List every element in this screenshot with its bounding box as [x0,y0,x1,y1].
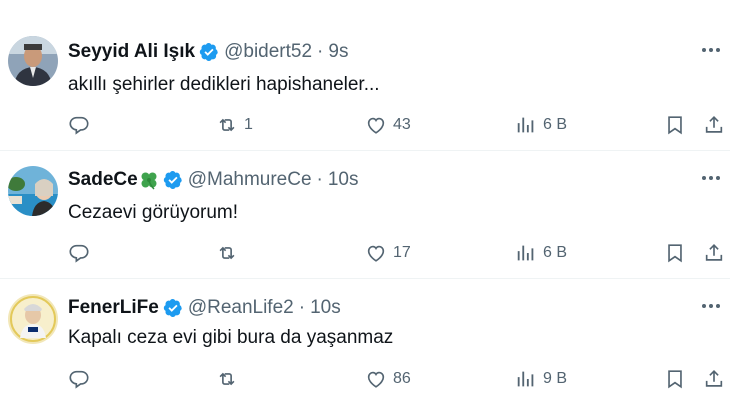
separator-dot: · [316,169,323,190]
display-name[interactable]: Seyyid Ali Işık [68,41,195,63]
tweet-text: Kapalı ceza evi gibi bura da yaşanmaz [68,327,394,348]
views-button[interactable]: 6 B [515,112,567,138]
reply-button[interactable] [68,240,96,266]
heart-icon [367,117,385,134]
reply-icon [69,244,89,263]
user-handle[interactable]: @ReanLife2 [188,297,294,319]
views-icon [517,245,534,261]
avatar[interactable] [8,36,58,86]
view-count: 9 B [543,370,568,387]
bookmark-icon [668,244,682,263]
avatar[interactable] [8,166,58,216]
avatar[interactable] [8,294,58,344]
retweet-icon [219,372,235,386]
tweet-actions: 17 6 B [0,240,730,266]
retweet-button[interactable]: 1 [216,112,253,138]
heart-icon [367,371,385,388]
retweet-button[interactable] [216,366,244,392]
four-leaf-clover-icon [139,170,159,190]
retweet-icon [219,118,235,132]
bookmark-button[interactable] [664,112,686,138]
retweet-count: 1 [244,116,253,133]
tweet-text: Cezaevi görüyorum! [68,202,239,223]
view-count: 6 B [543,244,568,261]
verified-badge-icon [199,42,219,62]
tweet-actions: 1 43 6 B [0,112,730,138]
views-icon [517,371,534,387]
tweet-header: FenerLiFe @ReanLife2 · 10s [68,295,341,321]
tweet-header: Seyyid Ali Işık @bidert52 · 9s [68,39,348,65]
verified-badge-icon [163,170,183,190]
share-icon [705,370,723,387]
views-button[interactable]: 9 B [515,366,567,392]
retweet-button[interactable] [216,240,244,266]
share-icon [705,116,723,133]
like-button[interactable]: 43 [365,112,411,138]
separator-dot: · [298,297,306,318]
tweet-card[interactable]: FenerLiFe @ReanLife2 · 10s Kapalı ceza e… [0,270,730,399]
separator-dot: · [317,41,324,62]
like-button[interactable]: 17 [365,240,411,266]
timestamp[interactable]: 9s [328,41,348,63]
views-button[interactable]: 6 B [515,240,567,266]
views-icon [517,117,534,133]
tweet-card[interactable]: SadeCe @MahmureCe · 10s Cezaevi görüyoru… [0,142,730,271]
bookmark-icon [668,370,682,389]
display-name[interactable]: SadeCe [68,169,138,191]
bookmark-button[interactable] [664,240,686,266]
verified-badge-icon [163,298,183,318]
heart-icon [367,245,385,262]
retweet-icon [219,246,235,260]
timeline-feed: Seyyid Ali Işık @bidert52 · 9s akıllı şe… [0,0,730,420]
bookmark-button[interactable] [664,366,686,392]
reply-icon [69,370,89,389]
more-options-icon[interactable] [700,168,722,188]
user-handle[interactable]: @bidert52 [224,41,312,63]
tweet-text: akıllı şehirler dedikleri hapishaneler..… [68,74,380,95]
user-handle[interactable]: @MahmureCe [188,169,312,191]
tweet-header: SadeCe @MahmureCe · 10s [68,167,359,193]
tweet-card[interactable]: Seyyid Ali Işık @bidert52 · 9s akıllı şe… [0,14,730,143]
like-count: 86 [393,370,411,387]
tweet-actions: 86 9 B [0,366,730,392]
reply-icon [69,116,89,135]
bookmark-icon [668,116,682,135]
display-name[interactable]: FenerLiFe [68,297,159,319]
share-button[interactable] [703,112,725,138]
view-count: 6 B [543,116,568,133]
timestamp[interactable]: 10s [310,297,341,319]
like-button[interactable]: 86 [365,366,411,392]
like-count: 17 [393,244,411,261]
more-options-icon[interactable] [700,296,722,316]
share-button[interactable] [703,240,725,266]
share-icon [705,244,723,261]
reply-button[interactable] [68,366,96,392]
share-button[interactable] [703,366,725,392]
timestamp[interactable]: 10s [328,169,359,191]
reply-button[interactable] [68,112,96,138]
like-count: 43 [393,116,411,133]
more-options-icon[interactable] [700,40,722,60]
